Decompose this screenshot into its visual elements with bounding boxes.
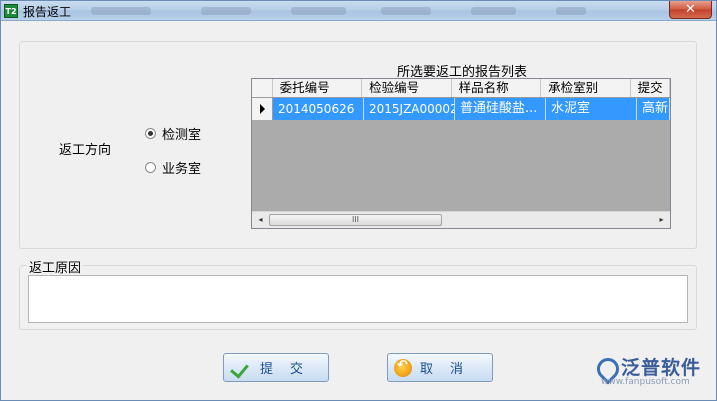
radio-dot-icon[interactable] — [145, 162, 156, 173]
report-grid[interactable]: 委托编号 检验编号 样品名称 承检室别 提交 2014050626 2015JZ… — [251, 78, 671, 229]
brand-logo-icon — [595, 356, 617, 378]
column-header[interactable]: 承检室别 — [541, 79, 631, 97]
brand-logo: 泛普软件 — [595, 353, 701, 380]
row-pointer-icon[interactable] — [252, 98, 273, 120]
title-background-blur — [291, 7, 346, 15]
scroll-thumb[interactable]: III — [269, 214, 442, 226]
table-row[interactable]: 2014050626 2015JZA00002 普通硅酸盐... 水泥室 高新 — [252, 98, 670, 120]
dialog-window: T2 报告返工 ✕ 返工方向 检测室 业务室 所选要返工的报告列表 委托编号 检… — [0, 0, 717, 401]
table-cell[interactable]: 2014050626 — [273, 98, 364, 120]
grid-header: 委托编号 检验编号 样品名称 承检室别 提交 — [252, 79, 670, 98]
title-background-blur — [471, 7, 516, 15]
title-background-blur — [201, 7, 251, 15]
close-button[interactable]: ✕ — [669, 1, 712, 19]
column-header[interactable]: 提交 — [631, 79, 670, 97]
brand-name: 泛普软件 — [621, 357, 702, 379]
title-background-blur — [91, 7, 151, 15]
scroll-right-icon[interactable]: ▸ — [653, 212, 670, 228]
brand-url: www.fanpusoft.com — [601, 377, 690, 387]
title-background-blur — [381, 7, 431, 15]
horizontal-scrollbar[interactable]: ◂ III ▸ — [252, 211, 670, 228]
app-icon: T2 — [4, 4, 18, 18]
grid-corner — [252, 79, 273, 97]
column-header[interactable]: 样品名称 — [452, 79, 542, 97]
radio-lab[interactable]: 检测室 — [145, 124, 201, 143]
title-bar[interactable]: T2 报告返工 ✕ — [1, 1, 716, 21]
cancel-button-label: 取 消 — [420, 362, 466, 377]
radio-dot-icon[interactable] — [145, 128, 156, 139]
reason-textarea[interactable] — [28, 275, 688, 323]
undo-icon — [394, 358, 412, 377]
radio-business[interactable]: 业务室 — [145, 158, 201, 177]
radio-lab-label: 检测室 — [162, 128, 202, 143]
table-cell[interactable]: 2015JZA00002 — [364, 98, 455, 120]
column-header[interactable]: 委托编号 — [273, 79, 363, 97]
direction-label: 返工方向 — [59, 143, 112, 158]
column-header[interactable]: 检验编号 — [362, 79, 452, 97]
submit-button-label: 提 交 — [260, 362, 306, 377]
radio-business-label: 业务室 — [162, 162, 202, 177]
reason-label: 返工原因 — [27, 257, 84, 276]
scroll-left-icon[interactable]: ◂ — [252, 212, 269, 228]
title-background-blur — [556, 7, 586, 15]
table-cell[interactable]: 高新 — [637, 98, 670, 120]
submit-button[interactable]: 提 交 — [223, 353, 329, 382]
table-cell[interactable]: 普通硅酸盐... — [455, 98, 546, 120]
table-cell[interactable]: 水泥室 — [546, 98, 637, 120]
cancel-button[interactable]: 取 消 — [387, 353, 493, 382]
check-icon — [230, 359, 252, 377]
window-title: 报告返工 — [23, 5, 72, 19]
